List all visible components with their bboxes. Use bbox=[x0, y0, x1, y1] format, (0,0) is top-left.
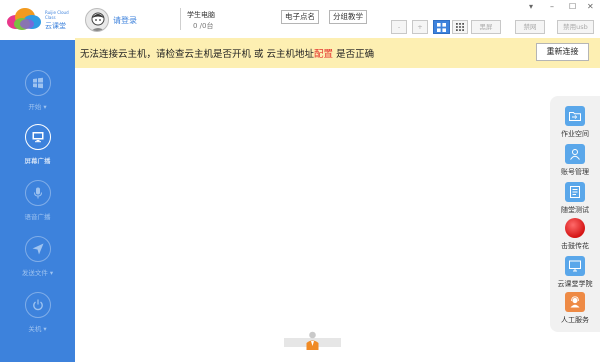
grid-large-icon bbox=[437, 23, 446, 32]
tool-label: 作业空间 bbox=[561, 130, 589, 138]
zoom-in-button[interactable]: + bbox=[412, 20, 428, 34]
minimize-icon[interactable]: – bbox=[550, 2, 554, 11]
power-icon bbox=[32, 299, 43, 311]
user-icon bbox=[570, 149, 580, 160]
reconnect-button[interactable]: 重新连接 bbox=[536, 43, 589, 61]
small-grid-view-button[interactable] bbox=[452, 20, 468, 34]
warning-message: 无法连接云主机，请检查云主机是否开机 或 云主机地址配置 是否正确 bbox=[80, 46, 374, 60]
tool-label: 云课堂学院 bbox=[557, 280, 593, 288]
tool-quiz[interactable]: 随堂测试 bbox=[550, 182, 600, 215]
sidebar-item-voice-broadcast[interactable]: 语音广播 bbox=[0, 180, 75, 236]
tool-drum-pass-flower[interactable]: 击鼓传花 bbox=[550, 218, 600, 251]
tool-label: 随堂测试 bbox=[561, 206, 589, 214]
service-icon bbox=[570, 296, 580, 308]
sidebar-item-label: 开始 ▾ bbox=[28, 103, 47, 111]
document-icon bbox=[570, 186, 580, 198]
screen-icon bbox=[569, 260, 581, 272]
tool-cloud-class-academy[interactable]: 云课堂学院 bbox=[550, 256, 600, 289]
sidebar-item-label: 发送文件 ▾ bbox=[21, 269, 54, 277]
student-pc-title: 学生电脑 bbox=[187, 11, 215, 19]
monitor-icon bbox=[32, 132, 43, 143]
group-teaching-button[interactable]: 分组教学 bbox=[329, 10, 367, 24]
disable-usb-button[interactable]: 禁用usb bbox=[557, 20, 594, 34]
person-icon bbox=[306, 331, 319, 350]
config-link[interactable]: 配置 bbox=[314, 49, 333, 60]
sidebar-item-label: 关机 ▾ bbox=[28, 325, 47, 333]
warning-text-before: 无法连接云主机，请检查云主机是否开机 或 云主机地址 bbox=[80, 49, 315, 60]
header-divider bbox=[180, 8, 181, 30]
sidebar-item-screen-broadcast[interactable]: 屏幕广播 bbox=[0, 124, 75, 180]
large-grid-view-button[interactable] bbox=[433, 20, 450, 34]
windows-icon bbox=[32, 77, 43, 89]
logo-english-text: Ruijie Cloud Class bbox=[45, 10, 69, 20]
warning-text-after: 是否正确 bbox=[333, 49, 375, 60]
sidebar-item-label: 语音广播 bbox=[24, 213, 51, 221]
drum-icon bbox=[565, 218, 585, 238]
dropdown-arrow-icon[interactable]: ▾ bbox=[529, 2, 533, 11]
connection-warning-bar: 无法连接云主机，请检查云主机是否开机 或 云主机地址配置 是否正确 重新连接 bbox=[75, 38, 600, 68]
tools-panel: 作业空间 账号管理 随堂测试 击鼓传花 云课堂学院 人工服务 bbox=[550, 96, 600, 332]
tool-manual-service[interactable]: 人工服务 bbox=[550, 292, 600, 325]
tool-label: 人工服务 bbox=[561, 316, 589, 324]
logo-chinese-text: 云课堂 bbox=[45, 22, 66, 30]
login-link[interactable]: 请登录 bbox=[113, 15, 137, 26]
disable-network-button[interactable]: 禁网 bbox=[515, 20, 545, 34]
rollcall-button[interactable]: 电子点名 bbox=[281, 10, 319, 24]
microphone-icon bbox=[33, 187, 42, 199]
close-icon[interactable]: ✕ bbox=[587, 2, 594, 11]
folder-icon bbox=[569, 112, 581, 121]
tool-account-management[interactable]: 账号管理 bbox=[550, 144, 600, 177]
top-toolbar: 请登录 学生电脑 0 /0台 电子点名 分组教学 - + 黑屏 禁网 禁用usb… bbox=[75, 0, 600, 38]
black-screen-button[interactable]: 黑屏 bbox=[471, 20, 501, 34]
cloud-logo-icon bbox=[7, 8, 41, 30]
send-icon bbox=[32, 243, 43, 255]
app-logo: Ruijie Cloud Class 云课堂 bbox=[0, 0, 75, 40]
sidebar-item-label: 屏幕广播 bbox=[24, 157, 51, 165]
maximize-icon[interactable]: ☐ bbox=[569, 2, 576, 11]
sidebar-item-start[interactable]: 开始 ▾ bbox=[0, 70, 75, 126]
student-pc-count: 0 /0台 bbox=[193, 22, 214, 30]
grid-small-icon bbox=[456, 23, 464, 31]
sidebar-item-shutdown[interactable]: 关机 ▾ bbox=[0, 292, 75, 348]
user-avatar-icon bbox=[91, 12, 105, 31]
tool-homework-space[interactable]: 作业空间 bbox=[550, 106, 600, 139]
avatar[interactable] bbox=[85, 8, 109, 32]
sidebar-item-send-file[interactable]: 发送文件 ▾ bbox=[0, 236, 75, 292]
zoom-out-button[interactable]: - bbox=[391, 20, 407, 34]
tool-label: 击鼓传花 bbox=[561, 242, 589, 250]
tool-label: 账号管理 bbox=[561, 168, 589, 176]
sidebar: Ruijie Cloud Class 云课堂 开始 ▾ 屏幕广播 语音广播 发送… bbox=[0, 0, 75, 362]
